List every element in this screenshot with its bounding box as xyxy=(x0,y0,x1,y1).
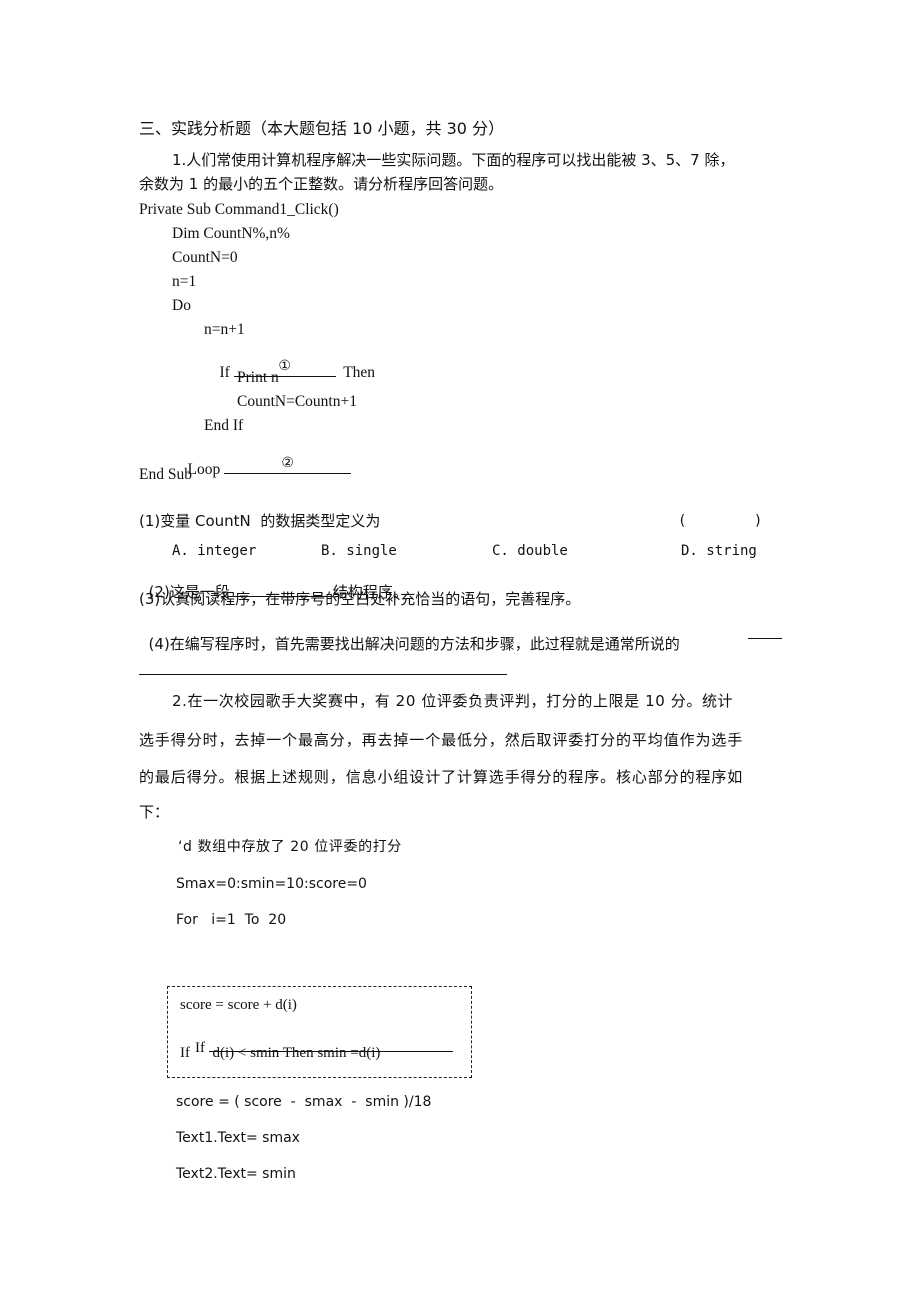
q1-sub1-answer-paren[interactable]: ( ) xyxy=(678,514,762,528)
q1-sub3-text: (3)认真阅读程序，在带序号的空白处补充恰当的语句，完善程序。 xyxy=(139,590,581,608)
q1-intro-line1: 1.人们常使用计算机程序解决一些实际问题。下面的程序可以找出能被 3、5、7 除… xyxy=(172,151,735,169)
q1-sub4-text: (4)在编写程序时，首先需要找出解决问题的方法和步骤，此过程就是通常所说的 xyxy=(148,635,680,653)
q2-para-line3: 的最后得分。根据上述规则，信息小组设计了计算选手得分的程序。核心部分的程序如 xyxy=(139,768,744,786)
q1-intro-line2: 余数为 1 的最小的五个正整数。请分析程序回答问题。 xyxy=(139,175,504,193)
option-c: C. double xyxy=(492,543,568,559)
code-line: Private Sub Command1_Click() xyxy=(139,201,339,218)
q2-para-line1: 2.在一次校园歌手大奖赛中，有 20 位评委负责评判，打分的上限是 10 分。统… xyxy=(172,692,734,710)
option-b: B. single xyxy=(321,543,397,559)
code-line: score = ( score - smax - smin )/18 xyxy=(176,1094,432,1110)
code-line: Dim CountN%,n% xyxy=(172,225,290,242)
option-a: A. integer xyxy=(172,543,257,559)
blank-2-mark: ② xyxy=(281,455,294,471)
code-line-if: If ① Then xyxy=(204,346,376,396)
code-line: n=n+1 xyxy=(204,321,245,338)
q2-para-line2: 选手得分时，去掉一个最高分，再去掉一个最低分，然后取评委打分的平均值作为选手 xyxy=(139,731,744,749)
code-line: End If xyxy=(204,417,244,434)
code-line: For i=1 To 20 xyxy=(176,912,287,928)
loop-keyword: Loop xyxy=(187,460,221,478)
code-line: CountN=0 xyxy=(172,249,238,266)
q1-sub1-text: (1)变量 CountN 的数据类型定义为 xyxy=(139,512,381,530)
if-keyword: If xyxy=(219,363,230,381)
q1-sub4: (4)在编写程序时，首先需要找出解决问题的方法和步骤，此过程就是通常所说的 xyxy=(139,622,680,652)
box-code-line: If d(i) < smin Then smin =d(i) xyxy=(180,1045,381,1061)
code-line: n=1 xyxy=(172,273,197,290)
code-line: Do xyxy=(172,297,191,314)
code-line: Text1.Text= smax xyxy=(176,1130,300,1146)
q2-para-line4: 下： xyxy=(139,803,170,821)
code-line-loop: Loop ② xyxy=(172,443,352,493)
code-line: End Sub xyxy=(139,466,192,483)
blank-2[interactable]: ② xyxy=(224,455,352,474)
code-comment: ‘d 数组中存放了 20 位评委的打分 xyxy=(178,839,402,855)
q1-sub4-blank-line[interactable] xyxy=(139,674,507,675)
code-line: Smax=0:smin=10:score=0 xyxy=(176,876,367,892)
option-d: D. string xyxy=(681,543,757,559)
code-line: CountN=Countn+1 xyxy=(237,393,357,410)
section-title: 三、实践分析题（本大题包括 10 小题，共 30 分） xyxy=(139,119,505,138)
box-code-line: score = score + d(i) xyxy=(180,997,297,1013)
code-line: Text2.Text= smin xyxy=(176,1166,296,1182)
then-keyword: Then xyxy=(343,363,376,381)
code-line: Print n xyxy=(237,369,279,386)
q1-sub4-blank-end[interactable] xyxy=(748,638,782,639)
